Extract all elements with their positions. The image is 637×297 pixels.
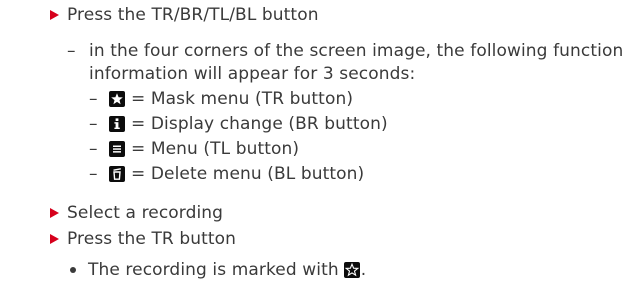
function-label: = Delete menu (BL button) (131, 164, 365, 184)
corner-info-text-2: information will appear for 3 seconds: (89, 64, 416, 84)
function-item-menu: = Menu (TL button) (109, 139, 299, 159)
step-press-tr: Press the TR button (67, 229, 236, 249)
result-line: The recording is marked with . (88, 260, 366, 280)
function-item-delete: = Delete menu (BL button) (109, 164, 364, 184)
dash-marker: – (89, 139, 98, 159)
result-period: . (360, 260, 367, 280)
corner-info-line-2: information will appear for 3 seconds: (89, 64, 415, 84)
function-label: = Mask menu (TR button) (131, 89, 354, 109)
trash-icon (109, 166, 125, 182)
result-text: The recording is marked with (88, 260, 339, 280)
function-item-display: = Display change (BR button) (109, 114, 388, 134)
step-arrow (50, 10, 59, 20)
dash-marker: – (89, 89, 98, 109)
step-text: Select a recording (67, 203, 224, 223)
step-text: Press the TR/BR/TL/BL button (67, 5, 319, 25)
corner-info-line-1: in the four corners of the screen image,… (89, 41, 623, 61)
step-arrow (50, 234, 59, 244)
step-arrow (50, 208, 59, 218)
step-press-buttons: Press the TR/BR/TL/BL button (67, 5, 319, 25)
info-icon (109, 116, 125, 132)
result-bullet (70, 267, 76, 273)
function-item-mask: = Mask menu (TR button) (109, 89, 353, 109)
dash-marker: – (67, 41, 76, 61)
star-outline-icon (343, 262, 360, 278)
function-label: = Menu (TL button) (131, 139, 300, 159)
step-text: Press the TR button (67, 229, 237, 249)
star-filled-icon (109, 91, 125, 107)
corner-info-text-1: in the four corners of the screen image,… (89, 41, 624, 61)
step-select-recording: Select a recording (67, 203, 223, 223)
dash-marker: – (89, 114, 98, 134)
menu-icon (109, 141, 125, 157)
function-label: = Display change (BR button) (131, 114, 388, 134)
dash-marker: – (89, 164, 98, 184)
